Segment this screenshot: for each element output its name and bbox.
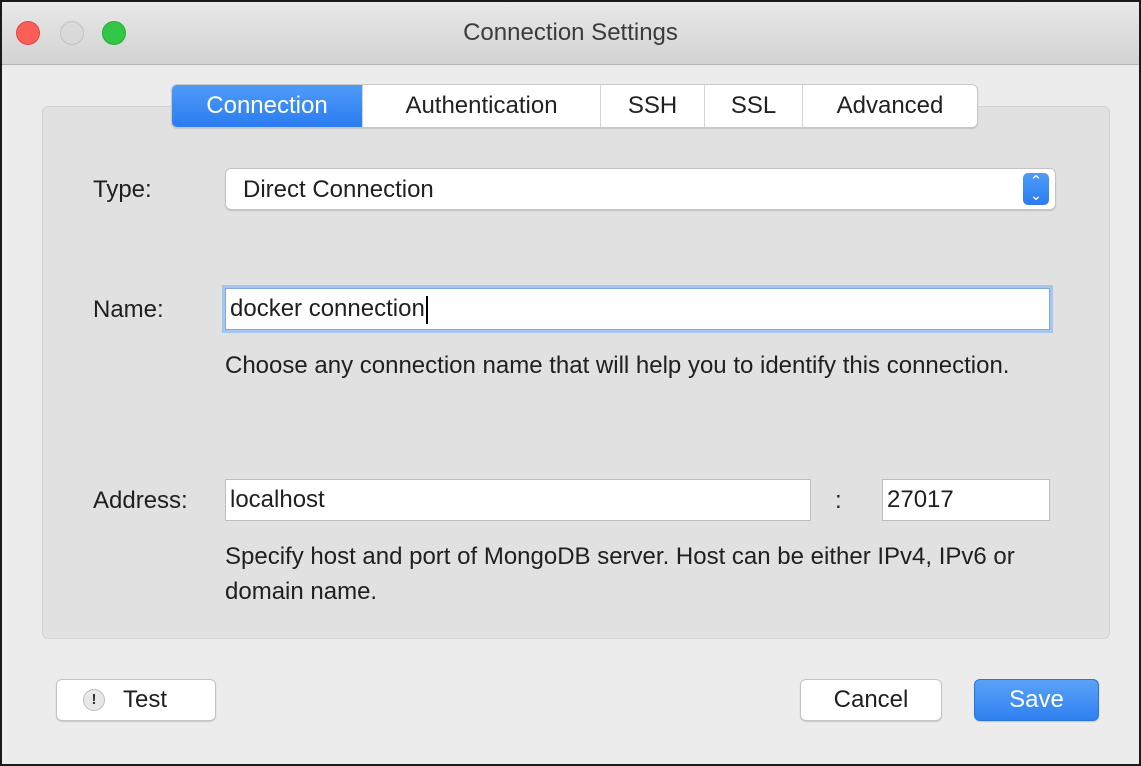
- updown-chevron-icon: ⌃ ⌄: [1023, 173, 1049, 205]
- cancel-button[interactable]: Cancel: [800, 679, 942, 721]
- tab-bar: Connection Authentication SSH SSL Advanc…: [171, 84, 978, 128]
- window-title: Connection Settings: [463, 19, 678, 46]
- tab-authentication[interactable]: Authentication: [363, 85, 601, 127]
- tab-ssh[interactable]: SSH: [601, 85, 705, 127]
- text-caret: [425, 295, 428, 324]
- save-button[interactable]: Save: [974, 679, 1099, 721]
- tab-advanced[interactable]: Advanced: [803, 85, 977, 127]
- type-select-value: Direct Connection: [243, 176, 434, 203]
- port-input[interactable]: 27017: [882, 479, 1050, 521]
- tab-connection[interactable]: Connection: [172, 85, 363, 127]
- address-label: Address:: [93, 487, 188, 514]
- host-input[interactable]: localhost: [225, 479, 811, 521]
- name-input[interactable]: docker connection: [225, 288, 1050, 330]
- host-port-separator: :: [835, 487, 842, 514]
- name-input-value: docker connection: [230, 295, 425, 322]
- test-button[interactable]: ! Test: [56, 679, 216, 721]
- type-select[interactable]: Direct Connection ⌃ ⌄: [225, 168, 1056, 210]
- type-label: Type:: [93, 176, 152, 203]
- address-help-text: Specify host and port of MongoDB server.…: [225, 543, 1015, 605]
- tab-ssl[interactable]: SSL: [705, 85, 803, 127]
- connection-settings-window: Connection Settings Connection Authentic…: [0, 0, 1141, 766]
- exclamation-icon: !: [83, 689, 105, 711]
- test-button-label: Test: [123, 686, 168, 713]
- title-bar[interactable]: Connection Settings: [2, 2, 1139, 65]
- name-label: Name:: [93, 296, 164, 323]
- name-help-text: Choose any connection name that will hel…: [225, 352, 1010, 379]
